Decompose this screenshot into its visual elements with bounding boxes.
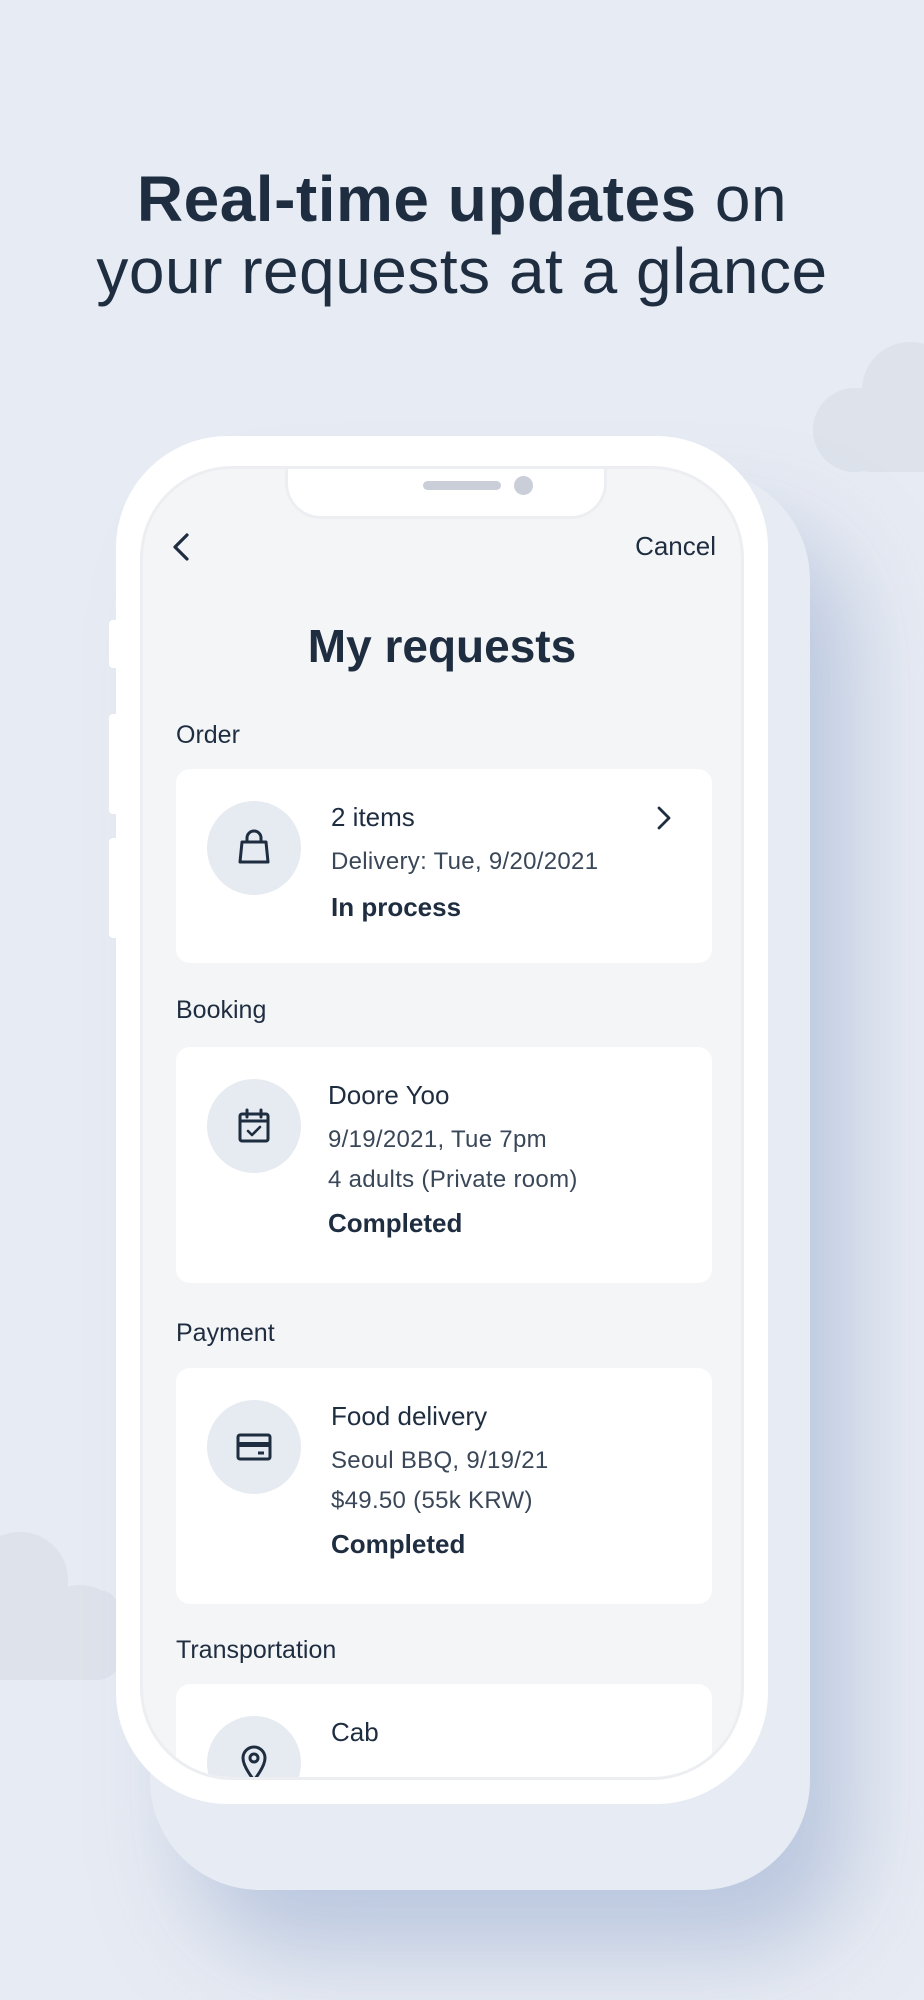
calendar-check-icon [238,1108,270,1143]
order-card[interactable]: 2 items Delivery: Tue, 9/20/2021 In proc… [176,769,712,963]
chevron-right-icon [657,806,671,830]
section-label-transportation: Transportation [176,1636,337,1664]
headline-bold: Real-time updates [136,163,697,235]
headline: Real-time updates on your requests at a … [0,163,924,307]
payment-status: Completed [331,1529,466,1559]
cloud-decoration [0,1532,125,1680]
payment-icon-circle [207,1400,301,1494]
transportation-title: Cab [331,1717,379,1747]
order-status: In process [331,892,462,922]
section-label-order: Order [176,721,240,749]
transportation-icon-circle [207,1716,301,1777]
booking-card[interactable]: Doore Yoo 9/19/2021, Tue 7pm 4 adults (P… [176,1047,712,1283]
booking-datetime: 9/19/2021, Tue 7pm [328,1126,547,1153]
chevron-left-icon [173,533,189,561]
headline-rest: on [696,163,788,235]
section-label-booking: Booking [176,996,267,1024]
booking-icon-circle [207,1079,301,1173]
phone-screen: Cancel My requests Order 2 items Deliver… [140,466,744,1780]
headline-line2: your requests at a glance [96,235,828,307]
booking-status: Completed [328,1208,463,1238]
phone-speaker [423,481,501,490]
map-pin-icon [241,1745,267,1777]
payment-amount: $49.50 (55k KRW) [331,1487,533,1514]
credit-card-icon [236,1433,272,1461]
back-button[interactable] [165,527,201,567]
phone-camera [514,476,533,495]
phone-notch [285,469,607,519]
order-icon-circle [207,801,301,895]
payment-title: Food delivery [331,1401,488,1431]
section-label-payment: Payment [176,1319,275,1347]
payment-merchant: Seoul BBQ, 9/19/21 [331,1447,549,1474]
booking-title: Doore Yoo [328,1080,450,1110]
booking-party: 4 adults (Private room) [328,1166,578,1193]
shopping-bag-icon [238,829,270,864]
order-delivery: Delivery: Tue, 9/20/2021 [331,848,599,875]
page-title: My requests [307,620,577,672]
order-title: 2 items [331,802,415,832]
transportation-card[interactable]: Cab [176,1684,712,1777]
payment-card[interactable]: Food delivery Seoul BBQ, 9/19/21 $49.50 … [176,1368,712,1604]
cloud-decoration [813,342,924,472]
cancel-button[interactable]: Cancel [635,531,716,562]
